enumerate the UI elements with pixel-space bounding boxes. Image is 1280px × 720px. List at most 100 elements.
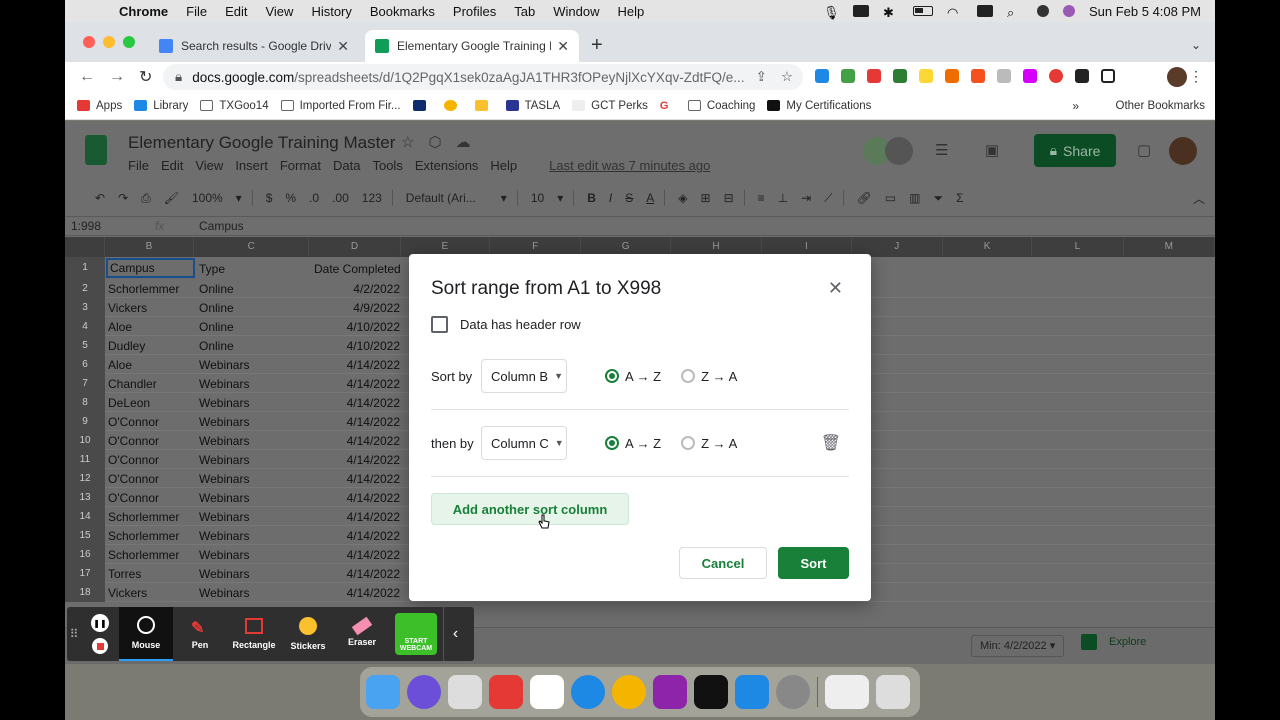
puzzle-icon[interactable] <box>1075 69 1089 83</box>
column-header[interactable]: M <box>1124 237 1215 257</box>
row-header[interactable]: 4 <box>65 317 105 336</box>
cell-type[interactable]: Online <box>199 339 234 353</box>
recent-document-icon[interactable] <box>825 675 869 709</box>
drag-handle-icon[interactable]: ⠿ <box>67 607 81 661</box>
cell-campus[interactable]: DeLeon <box>108 396 150 410</box>
bluetooth-icon[interactable]: ✱ <box>883 5 899 20</box>
cell-type[interactable]: Webinars <box>199 586 249 600</box>
bookmark-favicon-2[interactable] <box>443 100 463 111</box>
ascending-radio[interactable] <box>605 369 619 383</box>
cell-type[interactable]: Online <box>199 282 234 296</box>
last-edit-link[interactable]: Last edit was 7 minutes ago <box>549 158 710 173</box>
safari-icon[interactable] <box>571 675 605 709</box>
share-button[interactable]: 🔒︎ Share <box>1034 134 1116 167</box>
extension-icon[interactable] <box>867 69 881 83</box>
menu-history[interactable]: History <box>311 4 351 19</box>
close-tab-icon[interactable]: ✕ <box>557 38 569 55</box>
battery-icon[interactable] <box>912 6 933 16</box>
cell-type[interactable]: Webinars <box>199 491 249 505</box>
sheets-menu-data[interactable]: Data <box>333 158 360 173</box>
merge-cells-icon[interactable]: ⊟ <box>724 191 734 205</box>
recorder-tool-eraser[interactable]: Eraser <box>335 607 389 661</box>
menu-tab[interactable]: Tab <box>514 4 535 19</box>
select-all-corner[interactable] <box>65 237 105 257</box>
cell-date[interactable]: 4/10/2022 <box>314 339 400 353</box>
chrome-icon[interactable] <box>612 675 646 709</box>
font-select[interactable]: Default (Ari... <box>406 191 488 205</box>
row-header[interactable]: 9 <box>65 412 105 431</box>
selection-summary[interactable]: Min: 4/2/2022 ▾ <box>971 635 1065 657</box>
cell-campus[interactable]: Chandler <box>108 377 157 391</box>
cell-date[interactable]: 4/14/2022 <box>314 415 400 429</box>
new-tab-icon[interactable]: + <box>591 34 603 57</box>
cell-type[interactable]: Webinars <box>199 453 249 467</box>
control-center-icon[interactable] <box>1036 5 1049 17</box>
sort-by-column-select[interactable]: Column B ▼ <box>481 359 567 393</box>
cell-type[interactable]: Webinars <box>199 396 249 410</box>
column-header[interactable]: C <box>194 237 310 257</box>
tab-sheet-active[interactable]: Elementary Google Training Ma ✕ <box>365 30 579 62</box>
header-row-option[interactable]: Data has header row <box>431 316 581 333</box>
menu-help[interactable]: Help <box>618 4 645 19</box>
photos-icon[interactable] <box>530 675 564 709</box>
cell-date[interactable]: 4/14/2022 <box>314 358 400 372</box>
cell-date[interactable]: 4/2/2022 <box>314 282 400 296</box>
cell-campus[interactable]: Schorlemmer <box>108 510 179 524</box>
delete-sort-column-icon[interactable]: 🗑︎ <box>821 433 841 453</box>
decrease-decimal-button[interactable]: .0 <box>309 191 319 205</box>
row-header[interactable]: 11 <box>65 450 105 469</box>
chevron-down-icon[interactable]: ▾ <box>557 191 563 205</box>
text-rotation-icon[interactable]: ⟋ <box>824 191 832 206</box>
bookmark-tasla[interactable]: TASLA <box>505 100 560 112</box>
extension-icon[interactable] <box>997 69 1011 83</box>
extension-icon[interactable] <box>919 69 933 83</box>
more-menu-icon[interactable]: ⋮ <box>1189 68 1203 85</box>
cell-type[interactable]: Webinars <box>199 548 249 562</box>
cell-date[interactable]: 4/14/2022 <box>314 586 400 600</box>
header-cell-type[interactable]: Type <box>199 262 225 276</box>
menu-edit[interactable]: Edit <box>225 4 247 19</box>
ascending-radio[interactable] <box>605 436 619 450</box>
bookmark-certifications[interactable]: My Certifications <box>767 100 871 112</box>
cell-campus[interactable]: Torres <box>108 567 141 581</box>
bookmark-google[interactable]: G <box>660 100 676 112</box>
print-icon[interactable]: ⎙ <box>141 191 151 206</box>
bookmark-favicon-3[interactable] <box>474 100 494 111</box>
siri-icon[interactable] <box>1062 5 1075 17</box>
tab-search-chevron-icon[interactable]: ⌄ <box>1191 38 1201 52</box>
user-avatar[interactable] <box>1169 137 1197 165</box>
explore-button[interactable]: Explore <box>1081 634 1146 650</box>
bookmark-gct-perks[interactable]: GCT Perks <box>572 100 648 112</box>
stop-icon[interactable] <box>92 638 108 654</box>
column-header[interactable]: K <box>943 237 1033 257</box>
close-icon[interactable]: ✕ <box>828 278 843 299</box>
sheets-menu-extensions[interactable]: Extensions <box>415 158 479 173</box>
functions-icon[interactable]: Σ <box>956 191 963 205</box>
notification-icon[interactable] <box>852 5 869 17</box>
meet-icon[interactable]: ▣ <box>985 141 999 159</box>
bookmark-txgoo14[interactable]: TXGoo14 <box>200 100 269 112</box>
side-panel-icon[interactable] <box>1101 69 1115 83</box>
row-header[interactable]: 17 <box>65 564 105 583</box>
cell-campus[interactable]: Vickers <box>108 301 147 315</box>
cell-date[interactable]: 4/14/2022 <box>314 434 400 448</box>
trash-icon[interactable] <box>876 675 910 709</box>
chevron-down-icon[interactable]: ▾ <box>501 191 507 205</box>
sheets-menu-file[interactable]: File <box>128 158 149 173</box>
cell-campus[interactable]: Aloe <box>108 358 132 372</box>
borders-icon[interactable]: ⊞ <box>701 191 711 205</box>
paint-format-icon[interactable]: 🖌︎ <box>164 191 179 205</box>
back-icon[interactable]: ← <box>79 68 95 86</box>
sheets-menu-help[interactable]: Help <box>490 158 517 173</box>
extension-icon[interactable] <box>971 69 985 83</box>
cell-date[interactable]: 4/14/2022 <box>314 377 400 391</box>
strikethrough-button[interactable]: S <box>625 191 633 205</box>
horizontal-align-icon[interactable]: ≡ <box>758 191 765 205</box>
bookmarks-overflow[interactable]: » <box>1072 99 1079 113</box>
cell-date[interactable]: 4/14/2022 <box>314 529 400 543</box>
fill-color-icon[interactable]: ◈ <box>678 191 687 205</box>
sheets-menu-tools[interactable]: Tools <box>372 158 402 173</box>
header-row-checkbox[interactable] <box>431 316 448 333</box>
cell-campus[interactable]: Dudley <box>108 339 145 353</box>
cell-type[interactable]: Webinars <box>199 472 249 486</box>
